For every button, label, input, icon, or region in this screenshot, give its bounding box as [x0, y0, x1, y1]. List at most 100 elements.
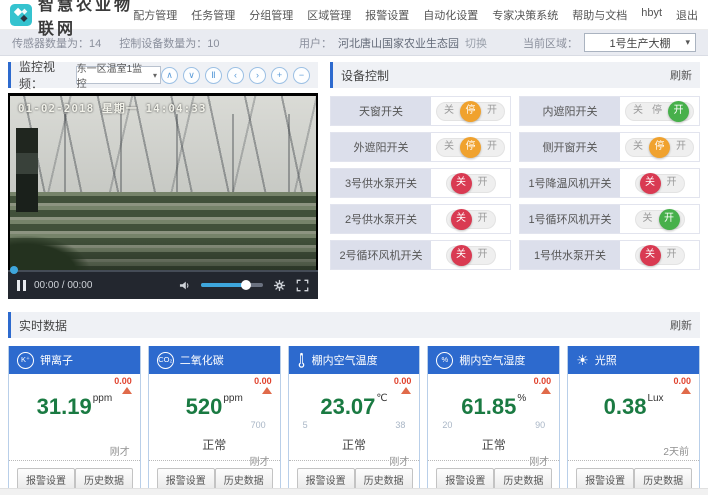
toggle-state[interactable]: 关: [633, 106, 643, 116]
toggle-state-active[interactable]: 关: [451, 209, 472, 230]
toggle-state[interactable]: 关: [444, 106, 454, 116]
pan-left-button[interactable]: ‹: [227, 67, 244, 84]
video-progress-handle[interactable]: [10, 266, 18, 274]
alarm-value: 0.00: [534, 377, 552, 386]
nav-item[interactable]: hbyt: [641, 7, 662, 23]
device-toggle[interactable]: 关开: [446, 246, 496, 265]
user-name: 河北唐山国家农业生态园: [338, 35, 459, 51]
nav-item[interactable]: 报警设置: [365, 7, 409, 23]
nav-item[interactable]: 帮助与文档: [572, 7, 627, 23]
realtime-header: 实时数据 刷新: [8, 312, 700, 338]
device-toggle[interactable]: 关开: [635, 210, 685, 229]
status-label: 正常: [297, 436, 412, 453]
toggle-state[interactable]: 关: [633, 142, 643, 152]
toggle-state-active[interactable]: 停: [649, 137, 670, 158]
toggle-state[interactable]: 开: [487, 106, 497, 116]
device-toggle[interactable]: 关停开: [625, 102, 694, 121]
pan-down-button[interactable]: ∨: [183, 67, 200, 84]
toggle-state-active[interactable]: 开: [659, 209, 680, 230]
thermometer-icon: [297, 352, 306, 369]
settings-gear-icon[interactable]: [273, 279, 286, 292]
toggle-state[interactable]: 开: [478, 214, 488, 224]
toggle-state[interactable]: 开: [667, 250, 677, 260]
nav-item[interactable]: 退出: [676, 7, 698, 23]
sensor-title: 棚内空气湿度: [459, 352, 525, 368]
camera-select[interactable]: 东一区温室1监控: [76, 66, 161, 84]
zoom-in-button[interactable]: +: [271, 67, 288, 84]
range-max: 38: [395, 421, 405, 430]
zoom-out-button[interactable]: −: [293, 67, 310, 84]
toggle-state-active[interactable]: 关: [451, 245, 472, 266]
device-row: 1号降温风机开关关开: [519, 168, 700, 198]
alarm-up-triangle-icon: [262, 387, 272, 394]
toggle-state-active[interactable]: 开: [668, 101, 689, 122]
toggle-state[interactable]: 开: [487, 142, 497, 152]
toggle-state[interactable]: 开: [478, 250, 488, 260]
nav-item[interactable]: 分组管理: [249, 7, 293, 23]
pause-button[interactable]: [17, 280, 26, 291]
toggle-state-active[interactable]: 关: [451, 173, 472, 194]
sensor-title: 二氧化碳: [180, 352, 224, 368]
sensor-unit: %: [517, 393, 526, 404]
device-row: 外遮阳开关关停开: [330, 132, 511, 162]
device-toggle[interactable]: 关停开: [625, 138, 694, 157]
toggle-state-active[interactable]: 关: [640, 173, 661, 194]
pan-up-button[interactable]: ∧: [161, 67, 178, 84]
nav-item[interactable]: 区域管理: [307, 7, 351, 23]
app-title: 智慧农业物联网: [38, 0, 133, 39]
device-toggle[interactable]: 关开: [635, 174, 685, 193]
device-row: 内遮阳开关关停开: [519, 96, 700, 126]
nav-item[interactable]: 配方管理: [133, 7, 177, 23]
sensor-card: CO₂ 二氧化碳 0.00 520ppm 700 正常 刚才 报警设置 历史数据: [148, 346, 281, 495]
toggle-state-active[interactable]: 关: [640, 245, 661, 266]
sensor-value: 0.38: [604, 394, 647, 419]
device-count: 控制设备数量为：10: [119, 35, 219, 51]
device-toggle[interactable]: 关停开: [436, 138, 505, 157]
sensor-title: 钾离子: [40, 352, 73, 368]
device-row: 天窗开关关停开: [330, 96, 511, 126]
alarm-up-triangle-icon: [541, 387, 551, 394]
device-toggle[interactable]: 关开: [446, 210, 496, 229]
device-toggle[interactable]: 关停开: [436, 102, 505, 121]
nav-item[interactable]: 自动化设置: [423, 7, 478, 23]
toggle-state[interactable]: 停: [652, 106, 662, 116]
device-label: 1号循环风机开关: [520, 205, 620, 233]
volume-slider-handle[interactable]: [241, 280, 251, 290]
updated-time: 刚才: [17, 443, 132, 458]
ptz-controls: ∧ ∨ Ⅱ ‹ › +−: [161, 67, 310, 84]
device-label: 1号供水泵开关: [520, 241, 620, 269]
realtime-title: 实时数据: [19, 317, 67, 334]
sensor-value: 31.19: [37, 394, 92, 419]
toggle-state[interactable]: 开: [676, 142, 686, 152]
fullscreen-icon[interactable]: [296, 279, 309, 292]
video-player[interactable]: 01-02-2018 星期一 14:04:33: [8, 93, 318, 271]
region-select[interactable]: 1号生产大棚: [584, 33, 696, 52]
device-grid: 天窗开关关停开内遮阳开关关停开外遮阳开关关停开侧开窗开关关停开3号供水泵开关关开…: [330, 96, 700, 270]
pause-button[interactable]: Ⅱ: [205, 67, 222, 84]
status-label: 正常: [157, 436, 272, 453]
range-min: 20: [442, 421, 452, 430]
toggle-state[interactable]: 开: [667, 178, 677, 188]
volume-slider[interactable]: [201, 283, 263, 287]
volume-icon[interactable]: [178, 279, 191, 292]
toggle-state-active[interactable]: 停: [460, 101, 481, 122]
alarm-value: 0.00: [114, 377, 132, 386]
realtime-refresh-link[interactable]: 刷新: [670, 317, 692, 333]
device-refresh-link[interactable]: 刷新: [670, 67, 692, 83]
nav-item[interactable]: 任务管理: [191, 7, 235, 23]
toggle-state[interactable]: 关: [444, 142, 454, 152]
switch-user-link[interactable]: 切换: [465, 35, 487, 51]
device-label: 外遮阳开关: [331, 133, 431, 161]
toggle-state[interactable]: 关: [643, 214, 653, 224]
device-toggle[interactable]: 关开: [446, 174, 496, 193]
sensor-value: 520: [186, 394, 223, 419]
toggle-state-active[interactable]: 停: [460, 137, 481, 158]
toggle-state[interactable]: 开: [478, 178, 488, 188]
device-toggle[interactable]: 关开: [635, 246, 685, 265]
video-progress-bar[interactable]: [8, 270, 318, 272]
nav-item[interactable]: 专家决策系统: [492, 7, 558, 23]
sensor-title: 棚内空气温度: [312, 352, 378, 368]
sensor-value: 23.07: [320, 394, 375, 419]
pan-right-button[interactable]: ›: [249, 67, 266, 84]
region-label: 当前区域：: [523, 35, 578, 51]
